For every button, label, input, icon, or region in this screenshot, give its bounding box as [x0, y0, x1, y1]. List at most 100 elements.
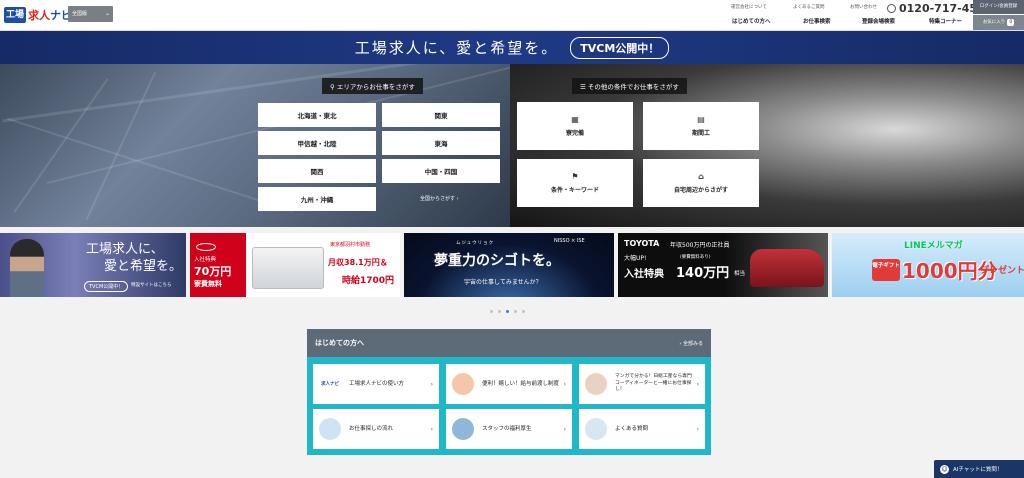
- card-how-to-use[interactable]: 求人ナビ 工場求人ナビの使い方 ›: [313, 364, 439, 404]
- slide2-top: 東京都羽村市勤務: [330, 242, 371, 248]
- chevron-right-icon: ›: [696, 380, 699, 388]
- car-image: [750, 249, 824, 287]
- slide5-title: LINEメルマガ: [904, 241, 963, 251]
- area-search-heading: ⚲ エリアからお仕事をさがす: [322, 78, 423, 94]
- condition-search-heading: ☰ その他の条件でお仕事をさがす: [572, 78, 687, 94]
- nav-beginners[interactable]: はじめての方へ: [732, 17, 771, 25]
- company-link[interactable]: 運営会社について: [731, 4, 767, 10]
- cond-button-nearby[interactable]: ⌂ 自宅周辺からさがす: [643, 159, 759, 207]
- nav-features[interactable]: 特集コーナー: [929, 17, 962, 25]
- area-button-kyushu-okinawa[interactable]: 九州・沖縄: [258, 187, 376, 211]
- contact-link[interactable]: お問い合わせ: [850, 4, 877, 10]
- card-manga[interactable]: マンガで分かる！日総工産なら専門コーディネーターと一緒にお仕事探し！ ›: [579, 364, 705, 404]
- worker-avatar-icon: [319, 418, 341, 440]
- card-label: 工場求人ナビの使い方: [349, 380, 405, 387]
- slide4-bonus: 140万円: [676, 266, 730, 281]
- faq-link[interactable]: よくあるご質問: [793, 4, 825, 10]
- login-button[interactable]: ログイン/会員登録: [973, 0, 1024, 14]
- chevron-right-icon: ›: [430, 380, 433, 388]
- chevron-right-icon: ›: [563, 425, 566, 433]
- area-button-hokkaido-tohoku[interactable]: 北海道・東北: [258, 103, 376, 127]
- slide4-line: 大幅UP!: [624, 255, 647, 262]
- carousel-dot[interactable]: [490, 310, 493, 313]
- hino-logo: [196, 243, 216, 251]
- area-button-koshinetsu-hokuriku[interactable]: 甲信越・北陸: [258, 131, 376, 155]
- carousel-dot[interactable]: [498, 310, 501, 313]
- cond-button-keyword[interactable]: ⚑ 条件・キーワード: [517, 159, 633, 207]
- carousel-dot[interactable]: [522, 310, 525, 313]
- slide4-note: (寮費無料あり): [680, 255, 711, 260]
- cond-label: 寮完備: [565, 130, 584, 137]
- favorites-count: 0: [1007, 19, 1015, 26]
- card-label: よくある質問: [615, 425, 649, 432]
- area-select[interactable]: 全国版 ⌄: [68, 6, 113, 22]
- card-advance-pay[interactable]: 便利！嬉しい！給与前渡し制度 ›: [446, 364, 572, 404]
- cond-label: 自宅周辺からさがす: [673, 187, 728, 194]
- person-avatar-icon: [585, 418, 607, 440]
- card-faq[interactable]: よくある質問 ›: [579, 409, 705, 449]
- carousel-dot[interactable]: [514, 310, 517, 313]
- slide-space[interactable]: NISSO × ISE ムジュウリョク 夢重力のシゴトを。 宇宙の仕事してみませ…: [404, 233, 614, 297]
- slide4-bonus-label: 入社特典: [624, 269, 664, 280]
- cond-button-dormitory[interactable]: ▦ 寮完備: [517, 102, 633, 150]
- promo-carousel: 工場求人に、 愛と希望を。 TVCM公開中！ 特設サイトはこちら 入社特典 70…: [0, 233, 1024, 297]
- area-search-heading-text: エリアからお仕事をさがす: [336, 83, 415, 91]
- slide2-note: 寮費無料: [194, 280, 222, 288]
- phone-number[interactable]: 0120-717-450: [887, 2, 985, 15]
- slide1-line1: 工場求人に、: [86, 242, 164, 257]
- card-job-flow[interactable]: お仕事探しの流れ ›: [313, 409, 439, 449]
- slide4-head: 年収500万円の正社員: [670, 242, 730, 249]
- beginners-section: はじめての方へ › 全部みる 求人ナビ 工場求人ナビの使い方 › 便利！嬉しい！給…: [307, 329, 711, 455]
- slide4-brand: TOYOTA: [624, 239, 660, 248]
- card-welfare[interactable]: スタッフの福利厚生 ›: [446, 409, 572, 449]
- slide-hino[interactable]: 入社特典 70万円 寮費無料 東京都羽村市勤務 月収38.1万円＆ 時給1700…: [190, 233, 400, 297]
- landscape-avatar-icon: [452, 418, 474, 440]
- site-logo[interactable]: 工場 求人ナビ: [4, 6, 72, 24]
- nav-job-search[interactable]: お仕事検索: [803, 17, 831, 25]
- nav-venue-search[interactable]: 登録会場検索: [862, 17, 895, 25]
- phone-text: 0120-717-450: [899, 2, 985, 15]
- all-area-link[interactable]: 全国からさがす ›: [420, 195, 459, 202]
- favorites-label: お気に入り: [982, 20, 1006, 25]
- chevron-right-icon: ›: [696, 425, 699, 433]
- card-label: お仕事探しの流れ: [349, 425, 394, 432]
- building-icon: ▦: [571, 115, 579, 124]
- ai-chat-button[interactable]: ☺ AIチャットに質問！: [934, 460, 1024, 478]
- area-button-chugoku-shikoku[interactable]: 中国・四国: [382, 159, 500, 183]
- slide3-ruby: ムジュウリョク: [456, 241, 495, 246]
- slide-line-newsletter[interactable]: LINEメルマガ 電子ギフト 1000円分 プレゼント: [832, 233, 1024, 297]
- slide2-amount: 70万円: [194, 265, 232, 278]
- slide5-label: 電子ギフト: [872, 259, 900, 281]
- area-select-value: 全国版: [72, 11, 88, 17]
- area-button-kanto[interactable]: 関東: [382, 103, 500, 127]
- banner-slogan: 工場求人に、愛と希望を。: [354, 39, 559, 57]
- slide1-link: 特設サイトはこちら: [131, 283, 172, 288]
- card-label: マンガで分かる！日総工産なら専門コーディネーターと一緒にお仕事探し！: [615, 374, 692, 393]
- logo-text: 求人ナビ: [28, 7, 72, 23]
- logo-prefix: 工場: [4, 7, 27, 23]
- document-icon: ▤: [697, 115, 705, 124]
- carousel-dot-active[interactable]: [506, 310, 509, 313]
- cond-label: 条件・キーワード: [550, 187, 599, 194]
- see-all-link[interactable]: › 全部みる: [679, 340, 703, 347]
- actress-image: [10, 239, 44, 297]
- slide5-cta: プレゼント: [980, 266, 1024, 276]
- slide1-badge: TVCM公開中！: [84, 281, 129, 292]
- area-button-tokai[interactable]: 東海: [382, 131, 500, 155]
- site-header: 工場 求人ナビ 全国版 ⌄ 運営会社について よくあるご質問 お問い合わせ 012…: [0, 0, 1024, 31]
- area-button-kansai[interactable]: 関西: [258, 159, 376, 183]
- slide2-badge: 入社特典: [194, 257, 217, 263]
- slide1-line2: 愛と希望を。: [104, 259, 183, 274]
- carousel-dots: [490, 310, 525, 313]
- favorites-button[interactable]: お気に入り 0: [973, 15, 1024, 30]
- beginners-header: はじめての方へ › 全部みる: [307, 329, 711, 357]
- list-icon: ☰: [580, 83, 588, 91]
- slide-toyota[interactable]: TOYOTA 年収500万円の正社員 大幅UP! (寮費無料あり) 入社特典 1…: [618, 233, 828, 297]
- slide-tvcm[interactable]: 工場求人に、 愛と希望を。 TVCM公開中！ 特設サイトはこちら: [0, 233, 186, 297]
- cond-label: 期間工: [691, 130, 710, 137]
- chevron-right-icon: ›: [563, 380, 566, 388]
- slide4-unit: 相当: [734, 271, 746, 277]
- tvcm-banner[interactable]: 工場求人に、愛と希望を。 TVCM公開中！: [0, 31, 1024, 64]
- location-pin-icon: ⚲: [330, 83, 337, 91]
- cond-button-seasonal[interactable]: ▤ 期間工: [643, 102, 759, 150]
